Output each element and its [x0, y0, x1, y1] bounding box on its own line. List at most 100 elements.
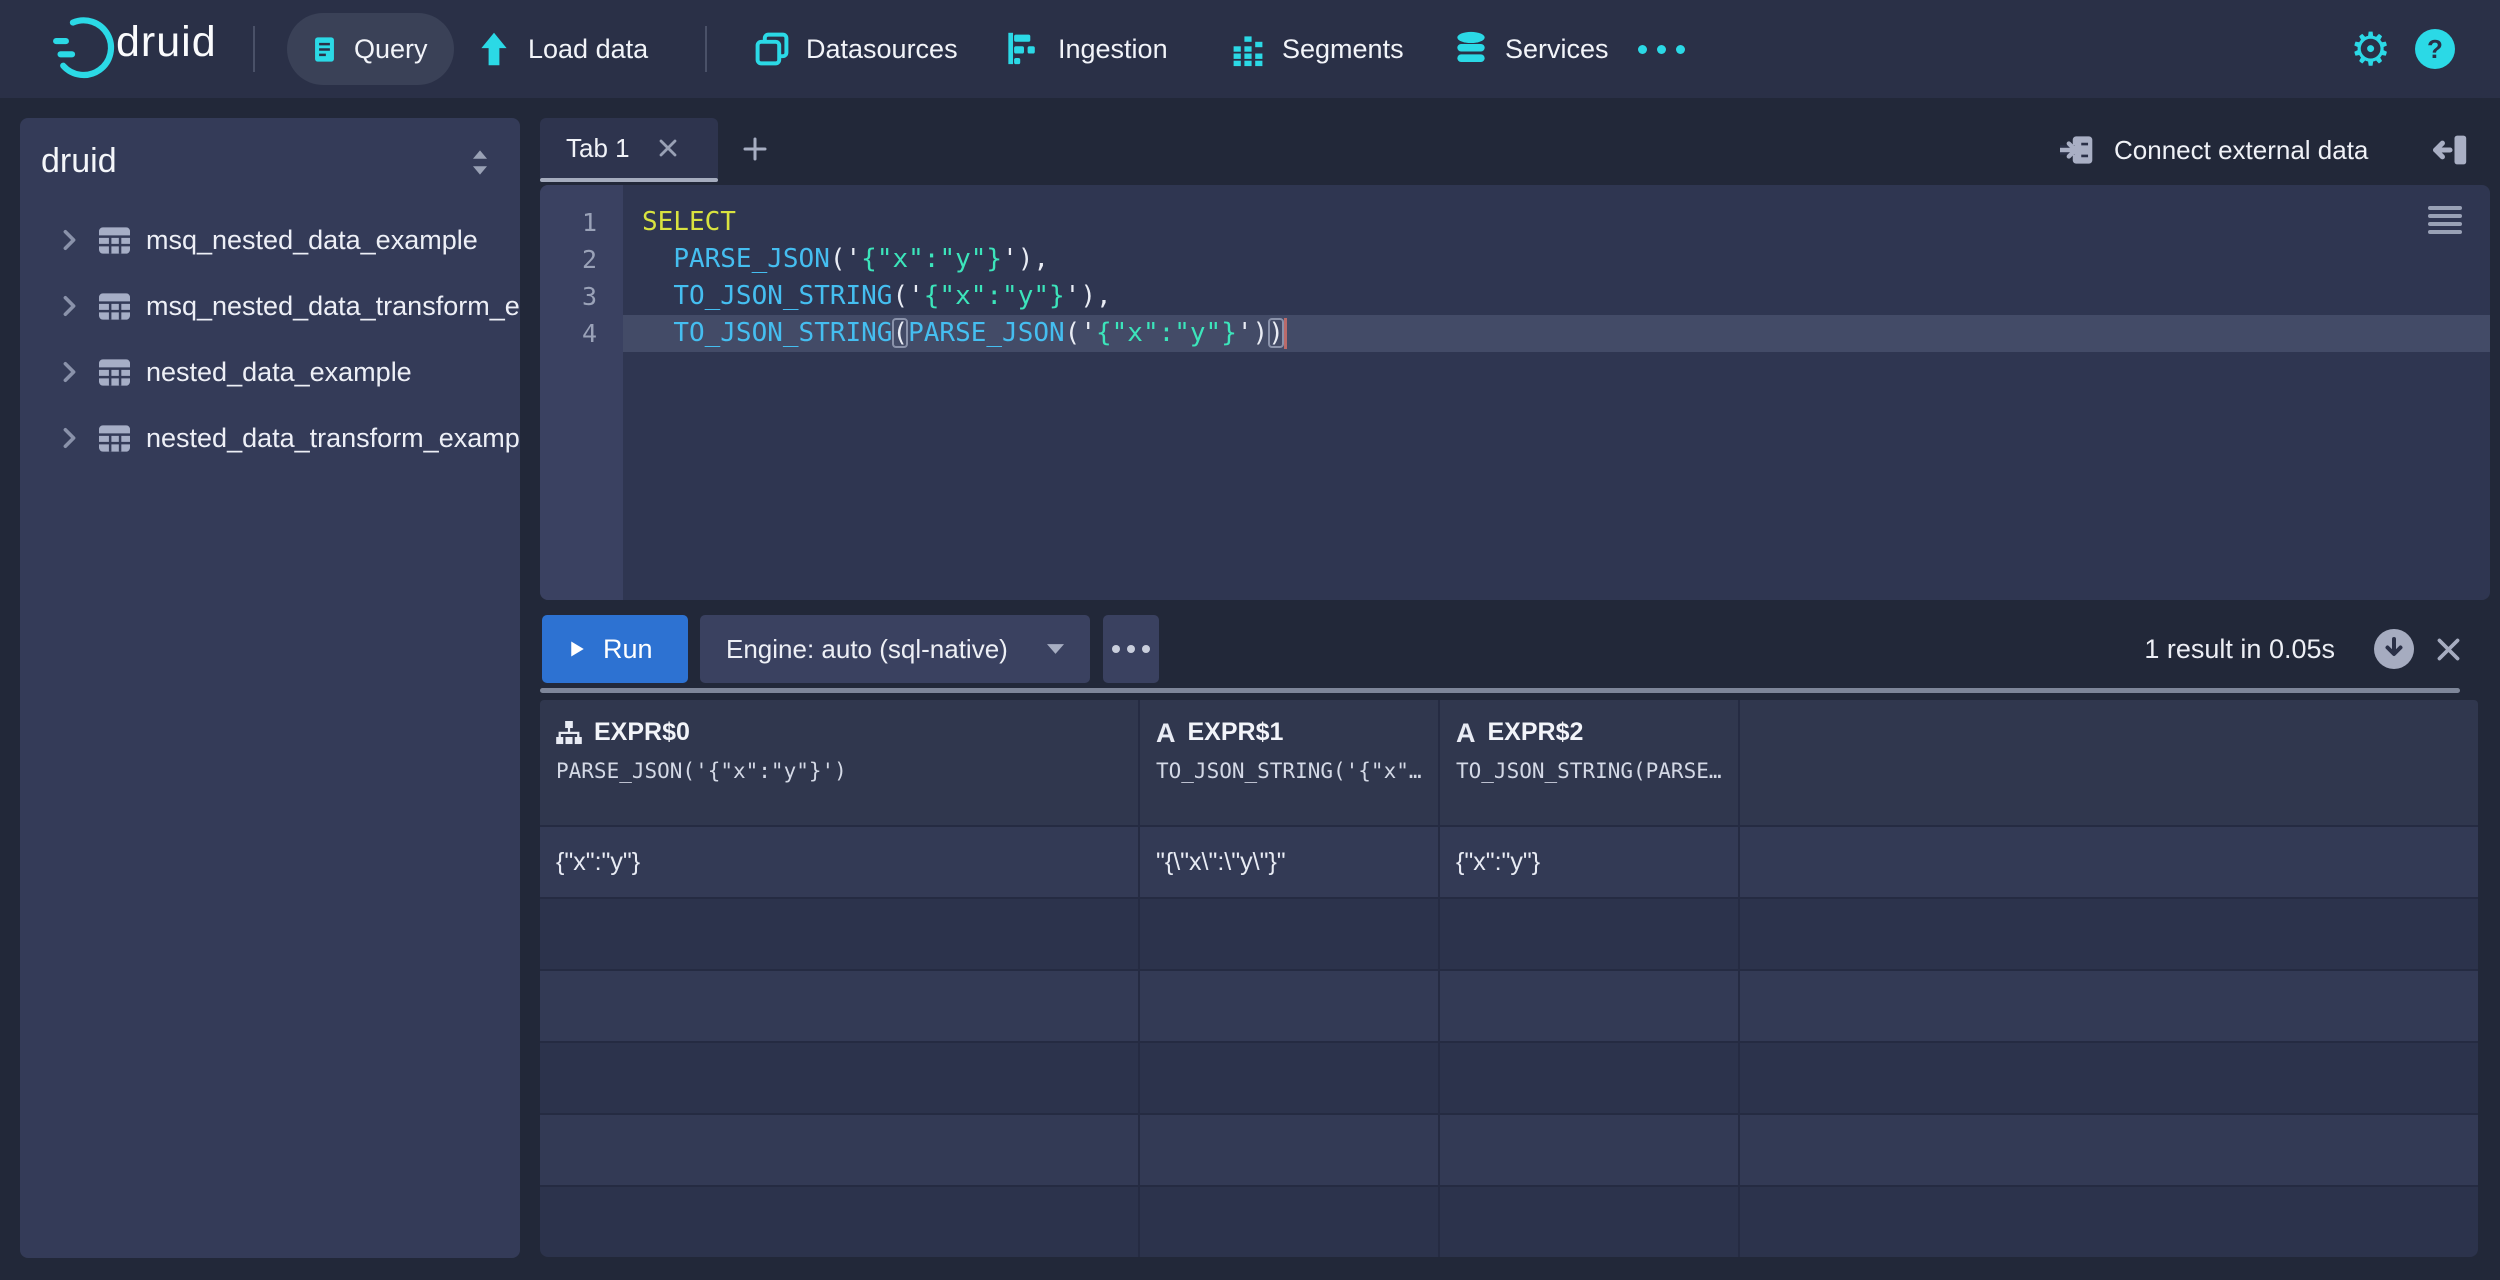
- code-line[interactable]: TO_JSON_STRING(PARSE_JSON('{"x":"y"}')): [642, 315, 1284, 352]
- table-cell[interactable]: [1440, 897, 1740, 969]
- engine-select-button[interactable]: Engine: auto (sql-native): [700, 615, 1090, 683]
- table-cell[interactable]: [1140, 897, 1440, 969]
- druid-logo-icon[interactable]: [50, 12, 124, 86]
- results-body: {"x":"y"}"{\"x\":\"y\"}"{"x":"y"}: [540, 825, 2478, 1257]
- query-tab-1[interactable]: Tab 1: [540, 118, 718, 178]
- table-cell[interactable]: [540, 1113, 1140, 1185]
- table-row: [540, 1185, 2478, 1257]
- run-button-label: Run: [603, 634, 653, 665]
- code-line[interactable]: TO_JSON_STRING('{"x":"y"}'),: [642, 278, 1284, 315]
- help-icon[interactable]: ?: [2415, 29, 2455, 69]
- sort-double-caret-icon[interactable]: [469, 149, 491, 176]
- nav-item-label: Query: [354, 34, 428, 65]
- active-tab-indicator: [540, 178, 718, 182]
- table-cell[interactable]: [1440, 1041, 1740, 1113]
- schema-title: druid: [41, 142, 117, 181]
- close-results-icon[interactable]: [2436, 637, 2461, 662]
- column-name: EXPR$0: [594, 718, 690, 747]
- results-header-row: EXPR$0PARSE_JSON('{"x":"y"}') A EXPR$1 TO_J…: [540, 700, 2478, 825]
- table-cell[interactable]: {"x":"y"}: [1440, 825, 1740, 897]
- code-line[interactable]: SELECT: [642, 204, 1284, 241]
- schema-sidebar: druid msq_nested_data_example m: [20, 118, 520, 1258]
- caret-down-icon: [1047, 644, 1064, 654]
- sidebar-item-table[interactable]: msq_nested_data_example: [20, 207, 520, 273]
- column-name: EXPR$1: [1188, 718, 1284, 747]
- code-line[interactable]: PARSE_JSON('{"x":"y"}'),: [642, 241, 1284, 278]
- sidebar-item-table[interactable]: nested_data_example: [20, 339, 520, 405]
- table-cell[interactable]: [540, 897, 1140, 969]
- segments-icon: [1230, 31, 1266, 67]
- sidebar-item-table[interactable]: msq_nested_data_transform_ex: [20, 273, 520, 339]
- table-cell[interactable]: [540, 969, 1140, 1041]
- settings-gear-icon[interactable]: ⚙: [2350, 0, 2391, 98]
- services-icon: [1453, 31, 1489, 67]
- add-tab-icon[interactable]: [742, 136, 768, 162]
- logo-wordmark[interactable]: druid: [116, 18, 217, 67]
- chevron-right-icon[interactable]: [62, 295, 77, 317]
- table-cell[interactable]: [540, 1041, 1140, 1113]
- text-cursor: [1284, 318, 1287, 349]
- column-name: EXPR$2: [1488, 718, 1584, 747]
- table-icon: [99, 425, 130, 452]
- nav-item-services[interactable]: Services: [1453, 0, 1609, 98]
- table-cell[interactable]: [1740, 1113, 2478, 1185]
- run-more-options-button[interactable]: [1103, 615, 1159, 683]
- nav-item-load-data[interactable]: Load data: [476, 0, 648, 98]
- table-cell[interactable]: [1140, 1041, 1440, 1113]
- column-header-empty: [1740, 700, 2478, 825]
- nav-item-segments[interactable]: Segments: [1230, 0, 1404, 98]
- line-number: 4: [540, 315, 597, 352]
- table-cell[interactable]: [1740, 897, 2478, 969]
- table-cell[interactable]: "{\"x\":\"y\"}": [1140, 825, 1440, 897]
- column-header[interactable]: AEXPR$2TO_JSON_STRING(PARSE…: [1440, 700, 1740, 825]
- table-cell[interactable]: [1140, 969, 1440, 1041]
- font-icon: A: [1156, 721, 1176, 745]
- table-cell[interactable]: [1440, 969, 1740, 1041]
- nav-item-ingestion[interactable]: Ingestion: [1006, 0, 1168, 98]
- column-header[interactable]: AEXPR$1TO_JSON_STRING('{"x"…: [1140, 700, 1440, 825]
- nav-item-datasources[interactable]: Datasources: [754, 0, 958, 98]
- table-cell[interactable]: [1140, 1113, 1440, 1185]
- druid-console: druid Query Load data Datasources: [0, 0, 2500, 1280]
- download-results-icon[interactable]: [2373, 628, 2415, 670]
- line-number: 1: [540, 204, 597, 241]
- ingestion-icon: [1006, 31, 1042, 67]
- nav-item-label: Load data: [528, 34, 648, 65]
- query-result-status: 1 result in 0.05s: [1980, 615, 2335, 683]
- sidebar-item-table[interactable]: nested_data_transform_exampl: [20, 405, 520, 471]
- table-cell[interactable]: [1440, 1113, 1740, 1185]
- table-cell[interactable]: [540, 1185, 1140, 1257]
- editor-menu-icon[interactable]: [2428, 206, 2462, 238]
- table-cell[interactable]: [1740, 1041, 2478, 1113]
- table-row: [540, 1113, 2478, 1185]
- sql-editor[interactable]: 1234 SELECT PARSE_JSON('{"x":"y"}'), TO_…: [540, 185, 2490, 600]
- open-query-history-drawer-icon[interactable]: [2432, 132, 2468, 168]
- nav-more-button[interactable]: [1638, 0, 1685, 98]
- chevron-right-icon[interactable]: [62, 361, 77, 383]
- sql-code[interactable]: SELECT PARSE_JSON('{"x":"y"}'), TO_JSON_…: [642, 204, 1284, 352]
- table-cell[interactable]: [1140, 1185, 1440, 1257]
- table-cell[interactable]: [1740, 969, 2478, 1041]
- chevron-right-icon[interactable]: [62, 427, 77, 449]
- nav-divider: [253, 26, 255, 72]
- nav-divider: [705, 26, 707, 72]
- table-cell[interactable]: [1440, 1185, 1740, 1257]
- connect-external-data-button[interactable]: Connect external data: [2060, 124, 2368, 176]
- close-tab-icon[interactable]: [658, 138, 678, 158]
- table-name-label: msq_nested_data_example: [146, 225, 478, 256]
- nav-item-query[interactable]: Query: [287, 13, 454, 85]
- run-button[interactable]: Run: [542, 615, 688, 683]
- pane-splitter-handle[interactable]: [540, 688, 2460, 693]
- nav-item-label: Ingestion: [1058, 34, 1168, 65]
- column-header[interactable]: EXPR$0PARSE_JSON('{"x":"y"}'): [540, 700, 1140, 825]
- table-cell[interactable]: [1740, 825, 2478, 897]
- top-navbar: druid Query Load data Datasources: [0, 0, 2500, 98]
- table-cell[interactable]: [1740, 1185, 2478, 1257]
- column-expression: TO_JSON_STRING(PARSE…: [1456, 759, 1738, 783]
- table-icon: [99, 293, 130, 320]
- nav-item-label: Datasources: [806, 34, 958, 65]
- table-cell[interactable]: {"x":"y"}: [540, 825, 1140, 897]
- nav-item-label: Services: [1505, 34, 1609, 65]
- chevron-right-icon[interactable]: [62, 229, 77, 251]
- table-icon: [99, 359, 130, 386]
